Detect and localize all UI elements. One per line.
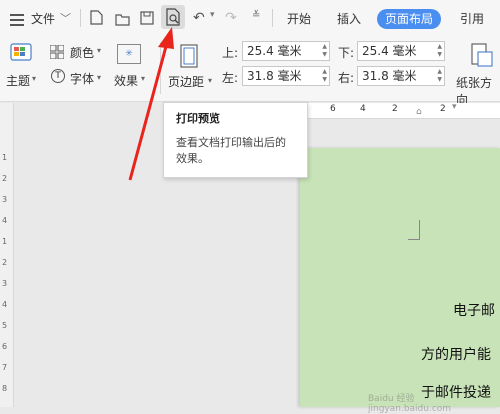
title-bar: 文件 ﹀ ↶ ▾ ↷ ≚ 开始 插入 页面布局 引用 [0, 0, 500, 36]
chevron-down-icon[interactable]: ﹀ [60, 10, 71, 26]
tab-page-layout[interactable]: 页面布局 [377, 9, 442, 29]
margin-bottom-value: 25.4 毫米 [362, 44, 417, 58]
print-preview-tooltip: 打印预览 查看文档打印输出后的 效果。 [163, 102, 308, 178]
stepper-icon[interactable]: ▲ ▼ [437, 43, 442, 59]
margin-right-input[interactable]: 31.8 毫米 ▲ ▼ [357, 66, 445, 86]
font-icon[interactable]: T [51, 69, 65, 83]
chevron-down-icon[interactable]: ▾ [32, 74, 36, 83]
stepper-icon[interactable]: ▲ ▼ [437, 68, 442, 84]
margin-top-input[interactable]: 25.4 毫米 ▲ ▼ [242, 41, 330, 61]
font-label[interactable]: 字体 [70, 70, 94, 87]
margin-bottom-label: 下: [338, 46, 355, 60]
margin-left-value: 31.8 毫米 [247, 69, 302, 83]
chevron-down-icon[interactable]: ▾ [97, 46, 101, 55]
theme-icon[interactable] [10, 42, 32, 68]
red-arrow-annotation [128, 27, 174, 181]
ruler-tick-label: 6 [330, 104, 336, 114]
more-icon[interactable]: ≚ [252, 10, 260, 21]
margin-icon[interactable] [180, 44, 198, 72]
ruler-tick-label: 1 [2, 153, 8, 162]
margin-corner-mark [408, 220, 420, 240]
watermark: Baidu 经验 jingyan.baidu.com [368, 394, 452, 414]
stepper-icon[interactable]: ▲ ▼ [322, 68, 327, 84]
separator [80, 9, 81, 27]
orientation-icon[interactable] [470, 42, 494, 72]
ruler-tick-label: 5 [2, 321, 8, 330]
chevron-down-icon[interactable]: ▾ [97, 73, 101, 82]
ruler-tick-label: 2 [440, 104, 446, 114]
margin-left-input[interactable]: 31.8 毫米 ▲ ▼ [242, 66, 330, 86]
file-menu[interactable]: 文件 [31, 10, 55, 27]
undo-icon[interactable]: ↶ [193, 10, 205, 26]
tab-references[interactable]: 引用 [460, 9, 484, 29]
redo-icon[interactable]: ↷ [225, 10, 237, 26]
margin-right-value: 31.8 毫米 [362, 69, 417, 83]
undo-dropdown-icon[interactable]: ▾ [210, 10, 215, 20]
color-label[interactable]: 颜色 [70, 44, 94, 61]
ruler-tick-label: 2 [2, 258, 8, 267]
theme-label[interactable]: 主题 [6, 72, 30, 89]
ruler-tick-label: 3 [2, 279, 8, 288]
new-document-icon[interactable] [90, 10, 103, 29]
stepper-icon[interactable]: ▲ ▼ [322, 43, 327, 59]
tab-home[interactable]: 开始 [287, 9, 311, 29]
document-text-line: 方的用户能 [421, 347, 491, 363]
chevron-down-icon[interactable]: ▾ [208, 76, 212, 85]
ruler-tick-label: 2 [392, 104, 398, 114]
margin-top-value: 25.4 毫米 [247, 44, 302, 58]
tooltip-description-line: 查看文档打印输出后的 [176, 136, 286, 149]
margin-left-label: 左: [222, 71, 239, 85]
margin-right-label: 右: [338, 71, 355, 85]
document-page[interactable]: 电子邮 方的用户能 于邮件投递 [300, 148, 500, 407]
ruler-tick-label: 8 [2, 384, 8, 393]
ribbon-toolbar: 主题 ▾ 颜色 ▾ T 字体 ▾ ✳ 效果 ▾ 页边距 ▾ 上: 25.4 毫米… [0, 36, 500, 107]
ruler-tick-label: 1 [2, 237, 8, 246]
indent-marker-icon[interactable]: ▾ [452, 102, 457, 112]
ruler-tick-label: 4 [2, 216, 8, 225]
tooltip-title: 打印预览 [176, 112, 220, 125]
horizontal-ruler: 6 4 2 ⌂ 2 ▾ [300, 102, 500, 119]
ruler-tick-label: 4 [2, 300, 8, 309]
indent-marker-icon[interactable]: ⌂ [416, 107, 422, 117]
margin-bottom-input[interactable]: 25.4 毫米 ▲ ▼ [357, 41, 445, 61]
hamburger-menu-icon[interactable] [10, 11, 24, 26]
tab-insert[interactable]: 插入 [337, 9, 361, 29]
ruler-tick-label: 2 [2, 174, 8, 183]
ruler-tick-label: 3 [2, 195, 8, 204]
document-text-line: 电子邮 [453, 303, 495, 319]
ruler-tick-label: 6 [2, 342, 8, 351]
vertical-ruler: 1 2 3 4 1 2 3 4 5 6 7 8 [0, 103, 14, 407]
ruler-tick-label: 4 [360, 104, 366, 114]
ruler-tick-label: 7 [2, 363, 8, 372]
color-icon[interactable] [49, 44, 65, 63]
tooltip-description-line: 效果。 [176, 152, 209, 165]
separator [272, 9, 273, 27]
margin-top-label: 上: [222, 46, 239, 60]
